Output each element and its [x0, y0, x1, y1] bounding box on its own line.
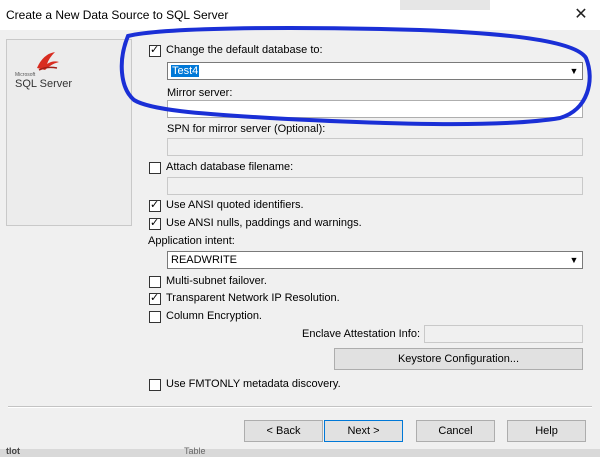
cancel-button[interactable]: Cancel — [416, 420, 495, 442]
mirror-server-label: Mirror server: — [167, 87, 233, 99]
column-encryption-label: Column Encryption. — [166, 310, 262, 322]
change-default-db-label: Change the default database to: — [166, 44, 323, 56]
ansi-nulls-label: Use ANSI nulls, paddings and warnings. — [166, 217, 362, 229]
attach-db-label: Attach database filename: — [166, 161, 294, 173]
help-button[interactable]: Help — [507, 420, 586, 442]
ansi-quoted-checkbox[interactable] — [149, 198, 161, 212]
transparent-ip-label: Transparent Network IP Resolution. — [166, 292, 340, 304]
fmtonly-label: Use FMTONLY metadata discovery. — [166, 378, 341, 390]
ansi-quoted-label: Use ANSI quoted identifiers. — [166, 199, 304, 211]
attach-db-input[interactable] — [167, 177, 583, 195]
ansi-nulls-checkbox[interactable] — [149, 216, 161, 230]
application-intent-label: Application intent: — [148, 235, 235, 247]
application-intent-value: READWRITE — [171, 254, 237, 266]
close-icon[interactable]: ✕ — [570, 4, 592, 26]
enclave-label: Enclave Attestation Info: — [302, 328, 421, 340]
background-left-text: tlot — [6, 446, 20, 456]
window-title: Create a New Data Source to SQL Server — [6, 8, 229, 22]
mirror-server-input[interactable] — [167, 100, 583, 118]
background-right-text: Table — [184, 446, 206, 456]
logo-brand-text: SQL Server — [15, 78, 73, 90]
sql-server-logo-icon — [37, 52, 59, 71]
keystore-configuration-button[interactable]: Keystore Configuration... — [334, 348, 583, 370]
chevron-down-icon[interactable]: ▼ — [567, 64, 581, 78]
chevron-down-icon[interactable]: ▼ — [567, 253, 581, 267]
fmtonly-checkbox[interactable] — [149, 379, 161, 391]
back-button[interactable]: < Back — [244, 420, 323, 442]
spn-label: SPN for mirror server (Optional): — [167, 123, 326, 135]
spn-input[interactable] — [167, 138, 583, 156]
next-button[interactable]: Next > — [324, 420, 403, 442]
default-database-combo[interactable]: Test4 ▼ — [167, 62, 583, 80]
default-database-value: Test4 — [171, 65, 200, 77]
application-intent-combo[interactable]: READWRITE ▼ — [167, 251, 583, 269]
multi-subnet-label: Multi-subnet failover. — [166, 275, 267, 287]
change-default-db-checkbox[interactable] — [149, 43, 161, 57]
background-window-bottom: tlot Table — [0, 446, 600, 457]
column-encryption-checkbox[interactable] — [149, 311, 161, 323]
attach-db-checkbox[interactable] — [149, 162, 161, 174]
multi-subnet-checkbox[interactable] — [149, 276, 161, 288]
enclave-input[interactable] — [424, 325, 583, 343]
transparent-ip-checkbox[interactable] — [149, 291, 161, 305]
logo-pane: Microsoft SQL Server — [6, 39, 132, 226]
footer-separator — [8, 406, 592, 408]
background-window-strip — [400, 0, 490, 10]
